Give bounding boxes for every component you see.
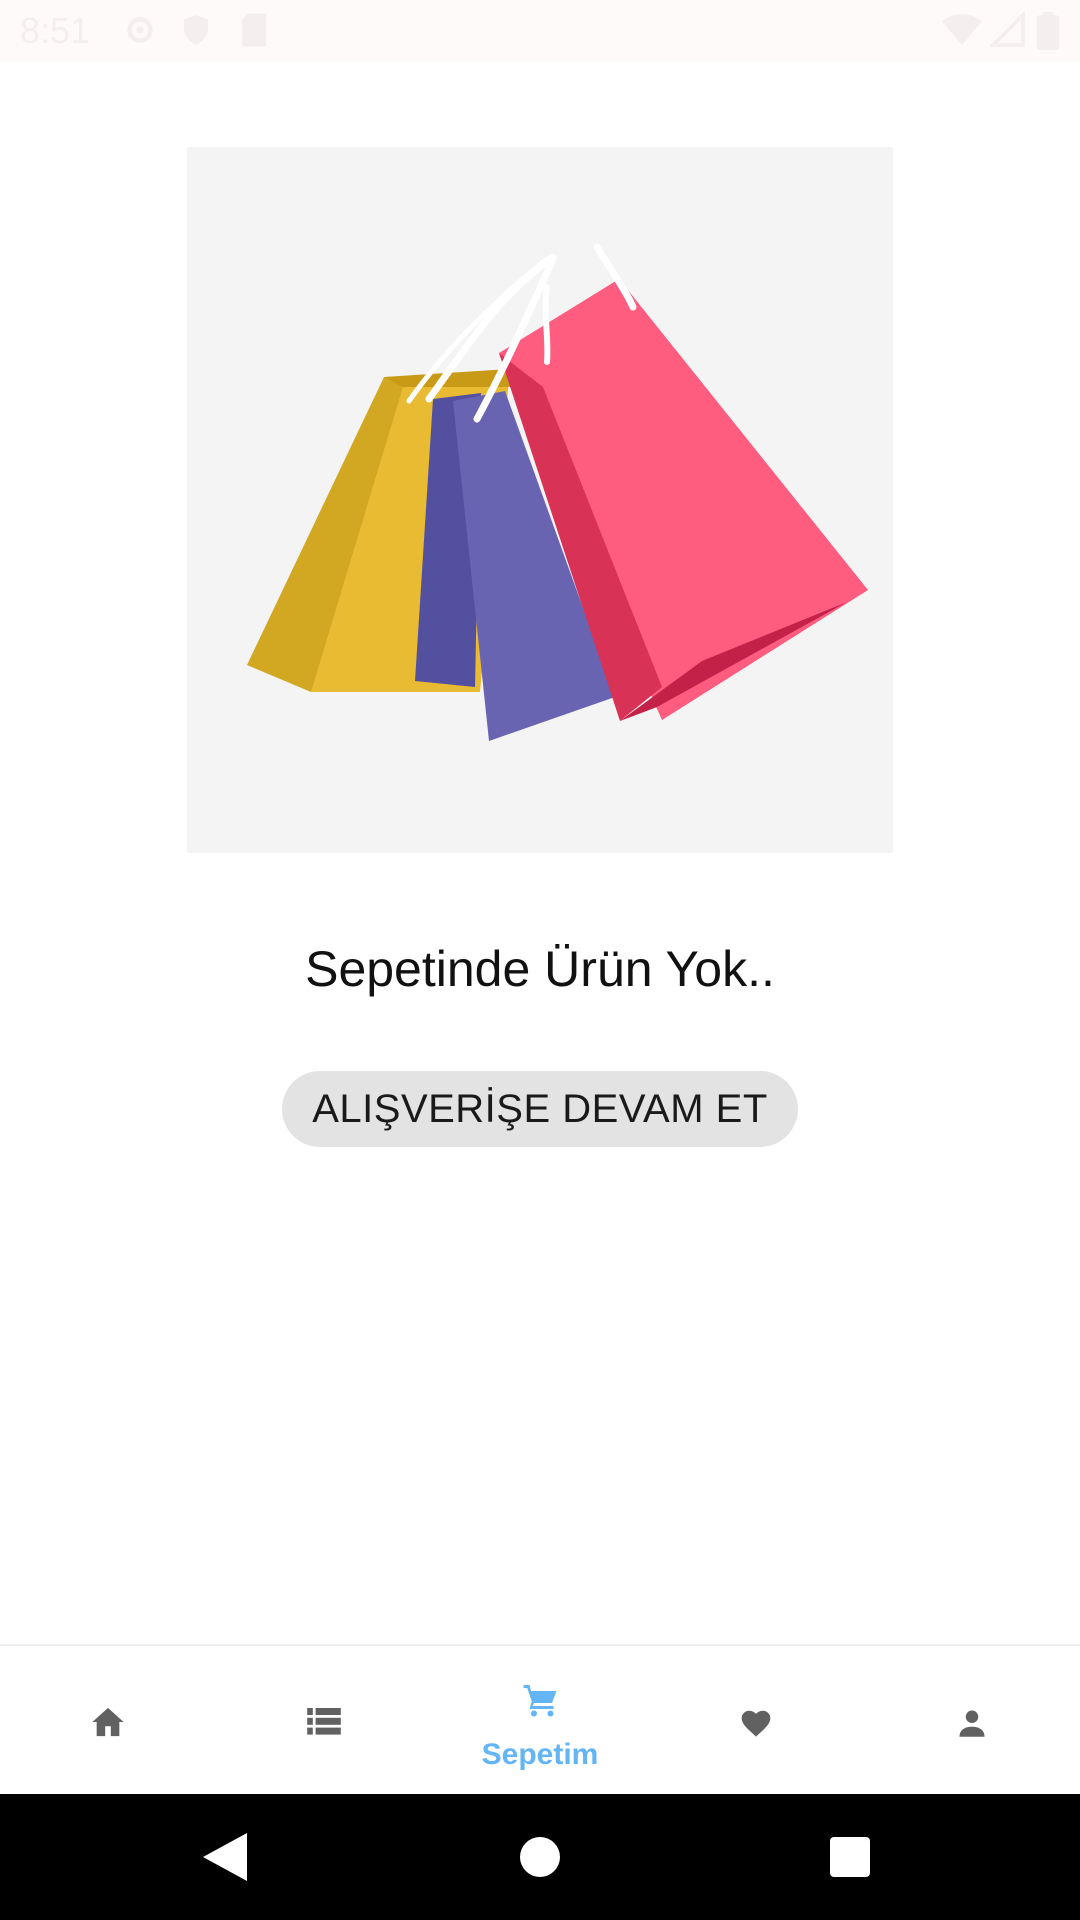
signal-icon	[990, 12, 1026, 48]
nav-label-cart: Sepetim	[481, 1738, 599, 1771]
status-time: 8:51	[20, 10, 91, 51]
shield-icon	[178, 12, 214, 48]
back-icon	[203, 1833, 247, 1881]
recents-button[interactable]	[790, 1794, 910, 1920]
system-navigation-bar	[0, 1794, 1080, 1920]
status-bar: 8:51	[0, 0, 1080, 62]
nav-item-cart[interactable]: Sepetim	[432, 1646, 648, 1796]
bottom-navigation: Sepetim	[0, 1644, 1080, 1796]
continue-shopping-button[interactable]: ALIŞVERİŞE DEVAM ET	[282, 1071, 798, 1147]
home-circle-icon	[520, 1837, 560, 1877]
nav-item-home[interactable]	[0, 1646, 216, 1796]
list-icon	[307, 1708, 341, 1736]
recents-icon	[830, 1837, 870, 1877]
shopping-bags-illustration	[187, 147, 893, 853]
wifi-icon	[942, 12, 982, 48]
home-button[interactable]	[480, 1794, 600, 1920]
home-icon	[91, 1706, 125, 1738]
sd-card-icon	[238, 12, 270, 48]
empty-cart-title: Sepetinde Ürün Yok..	[305, 941, 775, 997]
heart-icon	[739, 1708, 773, 1738]
back-button[interactable]	[165, 1794, 285, 1920]
person-icon	[957, 1708, 987, 1738]
cart-icon	[522, 1682, 558, 1718]
nav-item-categories[interactable]	[216, 1646, 432, 1796]
nav-item-profile[interactable]	[864, 1646, 1080, 1796]
settings-icon	[122, 12, 158, 48]
battery-icon	[1036, 12, 1060, 50]
nav-item-favorites[interactable]	[648, 1646, 864, 1796]
